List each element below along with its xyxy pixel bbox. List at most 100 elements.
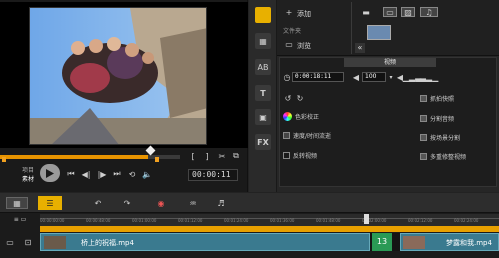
snapshot-option[interactable]: 抓拍快照 — [420, 94, 454, 103]
mark-out-icon[interactable]: ] — [202, 151, 212, 161]
project-range-bar[interactable] — [40, 226, 499, 232]
video-thumbnail-image — [30, 8, 206, 144]
volume-field[interactable]: 100 — [362, 72, 386, 82]
browse-icon[interactable]: ▭ — [285, 40, 293, 49]
ruler-tick-label: 00:01:00:00 — [132, 218, 157, 223]
show-videos-icon[interactable]: ▭ — [383, 7, 397, 17]
folder-icon[interactable]: ▬ — [361, 8, 371, 17]
track-manager-icon[interactable]: ≡ ▭ — [4, 214, 36, 224]
clip-monroe-and-me[interactable]: 梦露和我.mp4 — [400, 233, 499, 251]
reverse-video-option[interactable]: 反转视频 — [283, 151, 317, 160]
track-lock-icon[interactable]: ⊡ — [20, 237, 36, 247]
ruler-tick-label: 00:00:48:00 — [86, 218, 111, 223]
timeline-panel: ▦ ☰ ↶ ↷ ◉ ♒ ♬ ≡ ▭ 00:00:00:00 00:00:48:0… — [0, 193, 499, 258]
graphics-icon[interactable]: ▣ — [255, 109, 271, 125]
clip-thumbnail — [44, 236, 66, 249]
library-panel: ▦ AB T ▣ FX + 添加 文件夹 ▭ 浏览 ▬ ▭ ▨ ♫ « 视频 ◷… — [249, 0, 499, 192]
speed-icon — [283, 132, 290, 139]
copy-icon[interactable]: ⧉ — [231, 151, 241, 161]
volume-dropdown-icon[interactable]: ▾ — [388, 73, 394, 81]
color-wheel-icon — [283, 112, 292, 121]
rotate-left-icon[interactable]: ↺ — [284, 94, 292, 103]
divider — [351, 2, 352, 54]
previous-frame-icon[interactable]: ◀| — [81, 169, 91, 179]
playhead-marker[interactable] — [364, 214, 369, 224]
clip-bridge-blessing[interactable]: 桥上的祝福.mp4 — [40, 233, 370, 251]
fade-out-icon[interactable]: ▃▂▁ — [420, 73, 438, 82]
color-correction-label: 色彩校正 — [295, 114, 320, 121]
video-track: 桥上的祝福.mp4 13 梦露和我.mp4 — [40, 233, 499, 251]
timecode-display[interactable]: 00:00:11 — [188, 169, 238, 181]
ruler-tick-label: 00:00:00:00 — [40, 218, 65, 223]
preview-panel: [ ] ✂ ⧉ 项目 素材 ⏮ ◀| |▶ ⏭ ⟲ 🔈 00:00:11 — [0, 0, 248, 192]
scrub-bar[interactable] — [0, 155, 180, 159]
show-audio-icon[interactable]: ♫ — [420, 7, 438, 17]
home-icon[interactable]: ⏮ — [66, 169, 76, 179]
multi-trim-option[interactable]: 多重修整视频 — [420, 152, 466, 161]
next-frame-icon[interactable]: |▶ — [97, 169, 107, 179]
end-icon[interactable]: ⏭ — [112, 169, 122, 179]
audio-volume-icon: ◀ — [352, 72, 360, 82]
folder-label[interactable]: 文件夹 — [283, 26, 353, 35]
color-correction-option[interactable]: 色彩校正 — [283, 112, 319, 121]
speed-time-lapse-option[interactable]: 速度/时间流逝 — [283, 131, 331, 140]
video-track-icon[interactable]: ▭ — [4, 237, 16, 247]
record-capture-icon[interactable]: ◉ — [154, 197, 168, 209]
play-icon — [46, 168, 54, 178]
collapse-library-button[interactable]: « — [355, 43, 365, 53]
repeat-icon[interactable]: ⟲ — [127, 169, 137, 179]
add-icon[interactable]: + — [285, 8, 293, 17]
split-by-scene-icon — [420, 134, 427, 141]
auto-music-icon[interactable]: ♬ — [214, 197, 228, 209]
rotate-right-icon[interactable]: ↻ — [296, 94, 304, 103]
library-header: + 添加 文件夹 ▭ 浏览 ▬ ▭ ▨ ♫ « — [277, 0, 499, 56]
trim-out-marker[interactable] — [155, 157, 159, 162]
fade-in-icon[interactable]: ▁▂▃ — [403, 73, 421, 82]
duration-field[interactable]: 0:00:18:11 — [292, 72, 344, 82]
play-button[interactable] — [40, 164, 60, 182]
multi-trim-icon — [420, 153, 427, 160]
mode-project-label[interactable]: 项目 — [22, 165, 34, 174]
split-audio-label: 分割音频 — [430, 116, 455, 123]
library-thumbnail[interactable] — [367, 25, 391, 40]
app-window: [ ] ✂ ⧉ 项目 素材 ⏮ ◀| |▶ ⏭ ⟲ 🔈 00:00:11 ▦ A… — [0, 0, 499, 258]
media-library-icon[interactable] — [255, 7, 271, 23]
reverse-video-checkbox[interactable] — [283, 152, 290, 159]
clip-title: 桥上的祝福.mp4 — [81, 239, 134, 247]
speed-time-lapse-label: 速度/时间流逝 — [293, 133, 332, 140]
transition-thumbnail[interactable]: 13 — [372, 233, 392, 251]
snapshot-icon — [420, 95, 427, 102]
cut-icon[interactable]: ✂ — [217, 151, 227, 161]
storyboard-view-icon[interactable]: ▦ — [6, 197, 28, 209]
show-photos-icon[interactable]: ▨ — [401, 7, 415, 17]
timeline-ruler[interactable]: 00:00:00:00 00:00:48:00 00:01:00:00 00:0… — [40, 214, 499, 226]
sound-mixer-icon[interactable]: ♒ — [186, 197, 200, 209]
library-side-toolbar: ▦ AB T ▣ FX — [249, 0, 277, 192]
transition-icon[interactable]: AB — [255, 59, 271, 75]
multi-trim-label: 多重修整视频 — [430, 154, 467, 161]
ruler-tick-label: 00:02:12:00 — [408, 218, 433, 223]
volume-icon[interactable]: 🔈 — [142, 169, 152, 179]
tab-video[interactable]: 视频 — [344, 58, 436, 67]
video-frame — [29, 7, 207, 145]
browse-label[interactable]: 浏览 — [297, 41, 311, 51]
instant-project-icon[interactable]: ▦ — [255, 33, 271, 49]
clip-title: 梦露和我.mp4 — [446, 239, 492, 247]
timeline-view-icon[interactable]: ☰ — [38, 196, 62, 210]
video-area — [0, 2, 248, 148]
split-audio-option[interactable]: 分割音频 — [420, 114, 454, 123]
trim-in-marker[interactable] — [2, 157, 6, 162]
add-folder-label[interactable]: 添加 — [297, 9, 311, 19]
redo-icon[interactable]: ↷ — [121, 197, 133, 209]
mark-in-icon[interactable]: [ — [188, 151, 198, 161]
ruler-tick-label: 00:01:24:00 — [224, 218, 249, 223]
title-icon[interactable]: T — [255, 85, 271, 101]
split-audio-icon — [420, 115, 427, 122]
snapshot-label: 抓拍快照 — [430, 96, 455, 103]
mode-clip-label[interactable]: 素材 — [22, 174, 34, 183]
reverse-video-label: 反转视频 — [293, 153, 318, 160]
filter-fx-icon[interactable]: FX — [255, 134, 271, 150]
undo-icon[interactable]: ↶ — [92, 197, 104, 209]
split-by-scene-option[interactable]: 按场景分割 — [420, 133, 460, 142]
options-panel: 视频 ◷ 0:00:18:11 ◀ 100 ▾ ◀ ▁▂▃ ▃▂▁ ↺ ↻ 色彩… — [279, 57, 497, 187]
